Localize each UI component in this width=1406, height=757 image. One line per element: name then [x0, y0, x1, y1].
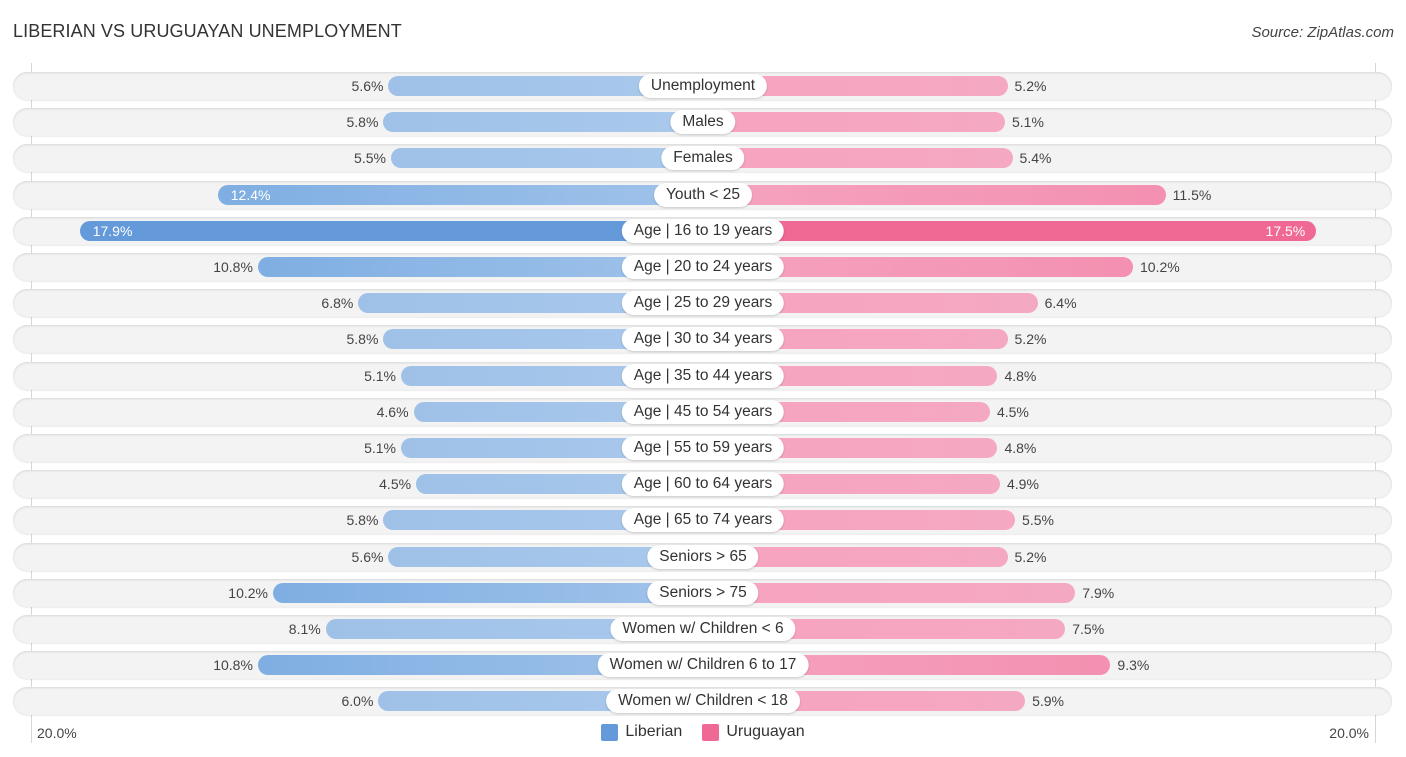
category-label: Age | 60 to 64 years	[621, 472, 785, 497]
category-label: Youth < 25	[654, 182, 752, 207]
bar-liberian[interactable]	[79, 220, 703, 241]
category-label: Females	[661, 146, 745, 171]
value-label-uruguayan: 5.1%	[1012, 114, 1044, 131]
category-label: Age | 25 to 29 years	[621, 291, 785, 316]
legend: Liberian Uruguayan	[0, 723, 1406, 741]
category-label: Age | 55 to 59 years	[621, 436, 785, 460]
value-label-uruguayan: 5.5%	[1022, 512, 1054, 529]
bar-uruguayan[interactable]	[703, 148, 1013, 169]
value-label-liberian: 6.8%	[321, 295, 354, 312]
bar-liberian[interactable]	[272, 582, 703, 603]
value-label-uruguayan: 5.2%	[1014, 331, 1047, 348]
value-label-liberian: 5.6%	[351, 78, 384, 94]
value-label-uruguayan: 5.9%	[1032, 693, 1064, 710]
value-label-liberian: 5.6%	[351, 548, 384, 565]
category-label: Women w/ Children 6 to 17	[597, 653, 809, 678]
category-label: Age | 35 to 44 years	[621, 363, 785, 388]
value-label-uruguayan: 4.9%	[1006, 476, 1039, 493]
value-label-uruguayan: 5.2%	[1014, 548, 1047, 565]
category-label: Age | 45 to 54 years	[621, 399, 785, 424]
legend-item-liberian[interactable]: Liberian	[601, 723, 682, 741]
category-label: Age | 30 to 34 years	[621, 327, 785, 352]
bar-uruguayan[interactable]	[703, 184, 1166, 205]
value-label-liberian: 4.6%	[376, 403, 409, 420]
value-label-liberian: 5.8%	[346, 331, 379, 348]
value-label-uruguayan: 5.2%	[1014, 78, 1047, 94]
value-label-liberian: 5.8%	[346, 512, 379, 529]
category-label: Age | 65 to 74 years	[621, 508, 785, 533]
value-label-uruguayan: 6.4%	[1044, 295, 1077, 312]
value-label-uruguayan: 10.2%	[1140, 259, 1180, 275]
chart-title: LIBERIAN VS URUGUAYAN UNEMPLOYMENT	[13, 21, 402, 41]
value-label-liberian: 4.5%	[379, 476, 412, 493]
value-label-uruguayan: 7.9%	[1082, 584, 1115, 601]
bar-liberian[interactable]	[383, 112, 703, 133]
value-label-liberian: 10.8%	[213, 657, 253, 674]
legend-label-liberian: Liberian	[625, 723, 683, 740]
value-label-liberian: 10.8%	[213, 259, 253, 275]
value-label-uruguayan: 11.5%	[1172, 186, 1212, 203]
category-label: Males	[670, 110, 736, 135]
value-label-liberian: 8.1%	[288, 621, 321, 637]
value-label-liberian: 17.9%	[92, 222, 133, 239]
legend-swatch-uruguayan	[702, 723, 720, 741]
value-label-liberian: 10.2%	[228, 584, 268, 601]
value-label-uruguayan: 17.5%	[1265, 222, 1306, 239]
value-label-uruguayan: 5.4%	[1019, 150, 1052, 167]
category-label: Seniors > 75	[647, 580, 759, 605]
category-label: Women w/ Children < 6	[610, 617, 796, 641]
category-label: Unemployment	[638, 74, 768, 98]
bar-uruguayan[interactable]	[703, 220, 1317, 241]
category-label: Age | 20 to 24 years	[621, 255, 785, 279]
bar-uruguayan[interactable]	[703, 582, 1076, 603]
bar-liberian[interactable]	[217, 184, 703, 205]
value-label-liberian: 12.4%	[230, 186, 271, 203]
value-label-uruguayan: 7.5%	[1072, 621, 1105, 637]
category-label: Seniors > 65	[647, 544, 759, 569]
source-label: Source: ZipAtlas.com	[1251, 24, 1394, 41]
value-label-liberian: 5.1%	[364, 367, 396, 384]
legend-swatch-liberian	[601, 723, 619, 741]
bar-uruguayan[interactable]	[703, 112, 1005, 133]
value-label-liberian: 5.1%	[364, 440, 396, 456]
category-label: Age | 16 to 19 years	[621, 218, 785, 243]
value-label-liberian: 5.5%	[354, 150, 386, 167]
value-label-uruguayan: 4.5%	[996, 403, 1029, 420]
value-label-liberian: 5.8%	[346, 114, 379, 131]
category-label: Women w/ Children < 18	[606, 689, 800, 714]
value-label-uruguayan: 4.8%	[1004, 367, 1037, 384]
legend-item-uruguayan[interactable]: Uruguayan	[702, 723, 805, 741]
value-label-uruguayan: 9.3%	[1117, 657, 1150, 674]
bar-liberian[interactable]	[390, 148, 703, 169]
value-label-liberian: 6.0%	[341, 693, 374, 710]
value-label-uruguayan: 4.8%	[1004, 440, 1037, 456]
legend-label-uruguayan: Uruguayan	[726, 723, 805, 740]
